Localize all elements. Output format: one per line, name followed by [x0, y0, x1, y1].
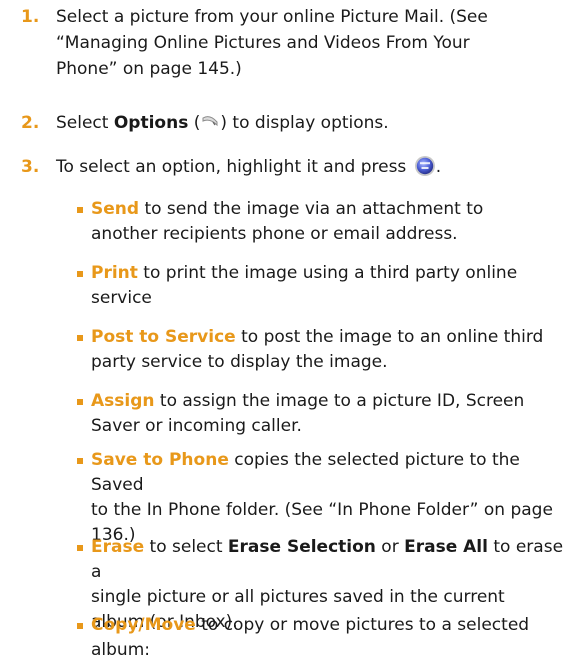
option-desc: to print the image using a third party o…: [137, 263, 518, 283]
bullet-marker: [77, 458, 83, 464]
option-desc: Saver or incoming caller.: [91, 416, 302, 436]
option-desc: to the In Phone folder. (See “In Phone F…: [91, 500, 553, 520]
step-text-post: ) to display options.: [220, 113, 389, 133]
option-desc: to copy or move pictures to a selected: [195, 615, 530, 635]
step-number: 3.: [21, 157, 40, 177]
manual-page: 1. Select a picture from your online Pic…: [0, 0, 587, 661]
option-send: Send to send the image via an attachment…: [0, 197, 587, 249]
option-desc: single picture or all pictures saved in …: [91, 587, 505, 607]
bullet-marker: [77, 207, 83, 213]
option-name: Erase: [91, 537, 145, 557]
option-erase: Erase to select Erase Selection or Erase…: [0, 535, 587, 632]
option-desc: to post the image to an online third: [235, 327, 544, 347]
option-name: Save to Phone: [91, 450, 229, 470]
option-desc: to assign the image to a picture ID, Scr…: [154, 391, 525, 411]
step-text: Select a picture from your online Pictur…: [56, 4, 556, 82]
step-line: Phone” on page 145.): [56, 59, 242, 79]
option-desc: to send the image via an attachment to: [139, 199, 484, 219]
step-text-mid: (: [188, 113, 201, 133]
step-text: Select Options ( ) to display options.: [56, 110, 556, 136]
step-text-post: .: [435, 157, 442, 177]
right-softkey-icon: [202, 116, 218, 127]
option-name: Assign: [91, 391, 155, 411]
bullet-marker: [77, 271, 83, 277]
bullet-text: Post to Service to post the image to an …: [91, 325, 566, 375]
option-name: Post to Service: [91, 327, 236, 347]
bullet-text: Send to send the image via an attachment…: [91, 197, 566, 247]
option-name: Copy/Move: [91, 615, 196, 635]
option-print: Print to print the image using a third p…: [0, 261, 587, 313]
bullet-text: Assign to assign the image to a picture …: [91, 389, 566, 439]
bullet-marker: [77, 545, 83, 551]
erase-selection-label: Erase Selection: [227, 537, 376, 557]
option-save-to-phone: Save to Phone copies the selected pictur…: [0, 448, 587, 545]
option-copy-move: Copy/Move to copy or move pictures to a …: [0, 613, 587, 665]
step-line: Select a picture from your online Pictur…: [56, 7, 488, 27]
bullet-marker: [77, 335, 83, 341]
step-text-pre: Select: [56, 113, 114, 133]
options-label: Options: [113, 113, 189, 133]
bullet-text: Copy/Move to copy or move pictures to a …: [91, 613, 566, 663]
option-desc: to select: [144, 537, 228, 557]
step-3: 3. To select an option, highlight it and…: [0, 154, 570, 182]
option-assign: Assign to assign the image to a picture …: [0, 389, 587, 441]
option-desc: party service to display the image.: [91, 352, 388, 372]
option-desc: service: [91, 288, 152, 308]
bullet-text: Print to print the image using a third p…: [91, 261, 566, 311]
step-2: 2. Select Options ( ) to display options…: [0, 110, 570, 138]
option-name: Print: [91, 263, 138, 283]
step-number: 1.: [21, 7, 40, 27]
option-desc: album:: [91, 640, 150, 660]
step-text: To select an option, highlight it and pr…: [56, 154, 556, 180]
bullet-marker: [77, 623, 83, 629]
option-name: Send: [91, 199, 140, 219]
step-line: “Managing Online Pictures and Videos Fro…: [56, 33, 470, 53]
menu-ok-key-icon: [414, 156, 435, 176]
bullet-marker: [77, 399, 83, 405]
step-number: 2.: [21, 113, 40, 133]
bullet-text: Save to Phone copies the selected pictur…: [91, 448, 566, 548]
step-1: 1. Select a picture from your online Pic…: [0, 4, 570, 94]
option-desc: another recipients phone or email addres…: [91, 224, 458, 244]
step-text-pre: To select an option, highlight it and pr…: [56, 157, 412, 177]
option-post-to-service: Post to Service to post the image to an …: [0, 325, 587, 377]
erase-all-label: Erase All: [404, 537, 488, 557]
option-desc: or: [375, 537, 405, 557]
